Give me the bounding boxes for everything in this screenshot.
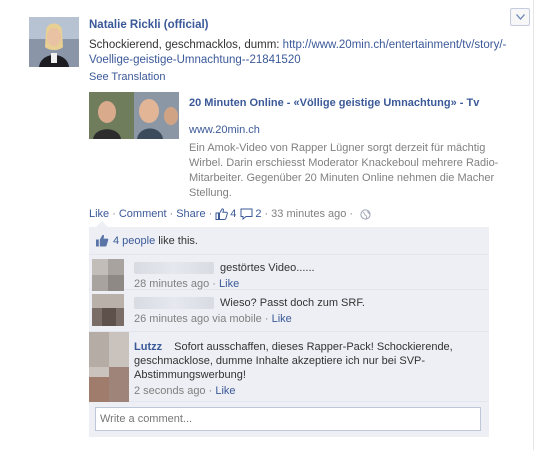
comment-meta: 28 minutes ago · Like	[134, 277, 479, 291]
comment-text: gestörtes Video......	[220, 262, 315, 274]
separator: ·	[264, 208, 269, 220]
write-comment-row	[89, 402, 489, 437]
post-message-text: Schockierend, geschmacklos, dumm:	[89, 39, 283, 51]
separator: ·	[349, 208, 354, 220]
comment-item: Wieso? Passt doch zum SRF. 26 minutes ag…	[89, 290, 489, 332]
comment-like-link[interactable]: Like	[219, 278, 239, 290]
separator: ·	[169, 208, 174, 220]
comment-link[interactable]: Comment	[119, 208, 167, 220]
commenter-name-blurred[interactable]	[134, 262, 214, 275]
comment-text: Wieso? Passt doch zum SRF.	[220, 297, 365, 309]
commenter-name-blurred[interactable]	[134, 297, 214, 310]
post-options-button[interactable]	[510, 8, 530, 26]
post-author-name[interactable]: Natalie Rickli (official)	[89, 19, 209, 31]
comment-time[interactable]: 28 minutes ago	[134, 278, 209, 290]
comment-count[interactable]: 2	[255, 208, 261, 220]
see-translation-link[interactable]: See Translation	[89, 71, 165, 83]
commenter-avatar[interactable]	[92, 294, 124, 326]
author-avatar[interactable]	[29, 17, 79, 67]
likes-summary: 4 people like this.	[89, 227, 489, 255]
comment-meta: 2 seconds ago · Like	[134, 384, 479, 398]
separator: ·	[212, 278, 220, 290]
like-link[interactable]: Like	[89, 208, 109, 220]
comment-item: gestörtes Video...... 28 minutes ago · L…	[89, 255, 489, 291]
share-title-link[interactable]: 20 Minuten Online - «Völlige geistige Um…	[189, 96, 509, 110]
chevron-down-icon	[515, 14, 525, 20]
comment-bubble-icon[interactable]	[240, 208, 253, 220]
comment-time[interactable]: 2 seconds ago	[134, 385, 206, 397]
share-description: Ein Amok-Video von Rapper Lügner sorgt d…	[189, 142, 499, 199]
like-count[interactable]: 4	[230, 208, 236, 220]
ufi-comments-box: 4 people like this. gestörtes Video.....…	[89, 227, 489, 437]
share-link[interactable]: Share	[176, 208, 205, 220]
post-action-bar: Like · Comment · Share · 4 2 · 33 minute…	[89, 208, 371, 220]
globe-icon[interactable]	[360, 208, 371, 220]
separator: ·	[208, 208, 213, 220]
like-thumb-icon	[95, 234, 109, 247]
comment-time[interactable]: 26 minutes ago via mobile	[134, 313, 262, 325]
comment-text: Sofort ausschaffen, dieses Rapper-Pack! …	[134, 341, 453, 381]
post-message: Schockierend, geschmacklos, dumm: http:/…	[89, 38, 509, 68]
comment-like-link[interactable]: Like	[215, 385, 235, 397]
post-timestamp[interactable]: 33 minutes ago	[271, 208, 346, 220]
comment-body: gestörtes Video...... 28 minutes ago · L…	[134, 261, 479, 291]
likes-suffix: like this.	[158, 234, 198, 247]
comment-body: Lutzz Sofort ausschaffen, dieses Rapper-P…	[134, 340, 479, 398]
separator: ·	[264, 313, 272, 325]
commenter-avatar[interactable]	[92, 259, 124, 291]
comment-like-link[interactable]: Like	[272, 313, 292, 325]
share-thumbnail[interactable]	[89, 92, 179, 139]
separator: ·	[112, 208, 116, 220]
commenter-name[interactable]: Lutzz	[134, 341, 162, 353]
write-comment-input[interactable]	[95, 407, 481, 431]
comment-item: Lutzz Sofort ausschaffen, dieses Rapper-P…	[89, 332, 489, 402]
comment-body: Wieso? Passt doch zum SRF. 26 minutes ag…	[134, 296, 479, 326]
likes-people-link[interactable]: 4 people	[113, 235, 155, 247]
share-domain: www.20min.ch	[189, 124, 260, 136]
commenter-avatar[interactable]	[89, 332, 129, 402]
like-thumb-icon[interactable]	[215, 208, 229, 220]
comment-meta: 26 minutes ago via mobile · Like	[134, 312, 479, 326]
